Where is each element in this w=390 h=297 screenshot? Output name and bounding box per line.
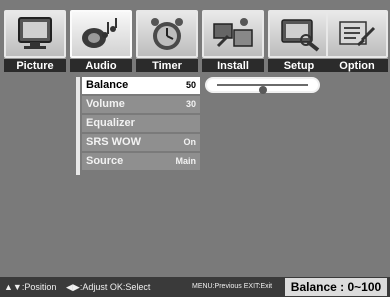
tab-label: Setup — [268, 58, 330, 72]
menu-item-source[interactable]: Source Main — [82, 153, 200, 170]
tab-label: Audio — [70, 58, 132, 72]
submenu-accent-bar — [76, 77, 80, 175]
menu-tabs: Picture Audio Timer Install Setup Option — [4, 10, 388, 72]
status-bar: ▲▼:Position ◀▶:Adjust OK:Select MENU:Pre… — [0, 277, 390, 297]
range-display: Balance : 0~100 — [285, 278, 387, 296]
timer-icon — [136, 10, 198, 58]
picture-icon — [4, 10, 66, 58]
menu-item-label: Equalizer — [86, 117, 135, 129]
menu-item-label: Volume — [86, 98, 125, 110]
menu-item-label: Source — [86, 155, 124, 167]
balance-slider[interactable] — [205, 77, 320, 94]
slider-track — [217, 84, 308, 94]
audio-submenu: Balance 50 Volume 30 Equalizer SRS WOW O… — [82, 77, 200, 172]
audio-icon — [70, 10, 132, 58]
menu-item-srs-wow[interactable]: SRS WOW On — [82, 134, 200, 151]
menu-item-value: 30 — [185, 99, 196, 109]
tab-option[interactable]: Option — [326, 10, 388, 72]
tab-label: Picture — [4, 58, 66, 72]
tab-install[interactable]: Install — [202, 10, 264, 72]
menu-exit-hint: MENU:Previous EXIT:Exit — [192, 283, 273, 290]
tab-audio[interactable]: Audio — [70, 10, 132, 72]
menu-item-label: Balance — [86, 79, 129, 91]
tab-setup[interactable]: Setup — [268, 10, 330, 72]
tv-osd-screen: Picture Audio Timer Install Setup Option… — [0, 0, 390, 297]
tab-timer[interactable]: Timer — [136, 10, 198, 72]
menu-item-label: SRS WOW — [86, 136, 141, 148]
slider-knob[interactable] — [258, 86, 267, 94]
install-icon — [202, 10, 264, 58]
position-hint: ▲▼:Position — [4, 282, 57, 292]
menu-item-value: Main — [175, 156, 196, 166]
menu-item-equalizer[interactable]: Equalizer — [82, 115, 200, 132]
menu-item-value: On — [183, 137, 197, 147]
menu-item-volume[interactable]: Volume 30 — [82, 96, 200, 113]
adjust-hint: ◀▶:Adjust OK:Select — [66, 282, 151, 292]
tab-picture[interactable]: Picture — [4, 10, 66, 72]
setup-icon — [268, 10, 330, 58]
tab-label: Option — [326, 58, 388, 72]
option-icon — [326, 10, 388, 58]
menu-item-value: 50 — [185, 80, 196, 90]
menu-item-balance[interactable]: Balance 50 — [82, 77, 200, 94]
tab-label: Timer — [136, 58, 198, 72]
tab-label: Install — [202, 58, 264, 72]
